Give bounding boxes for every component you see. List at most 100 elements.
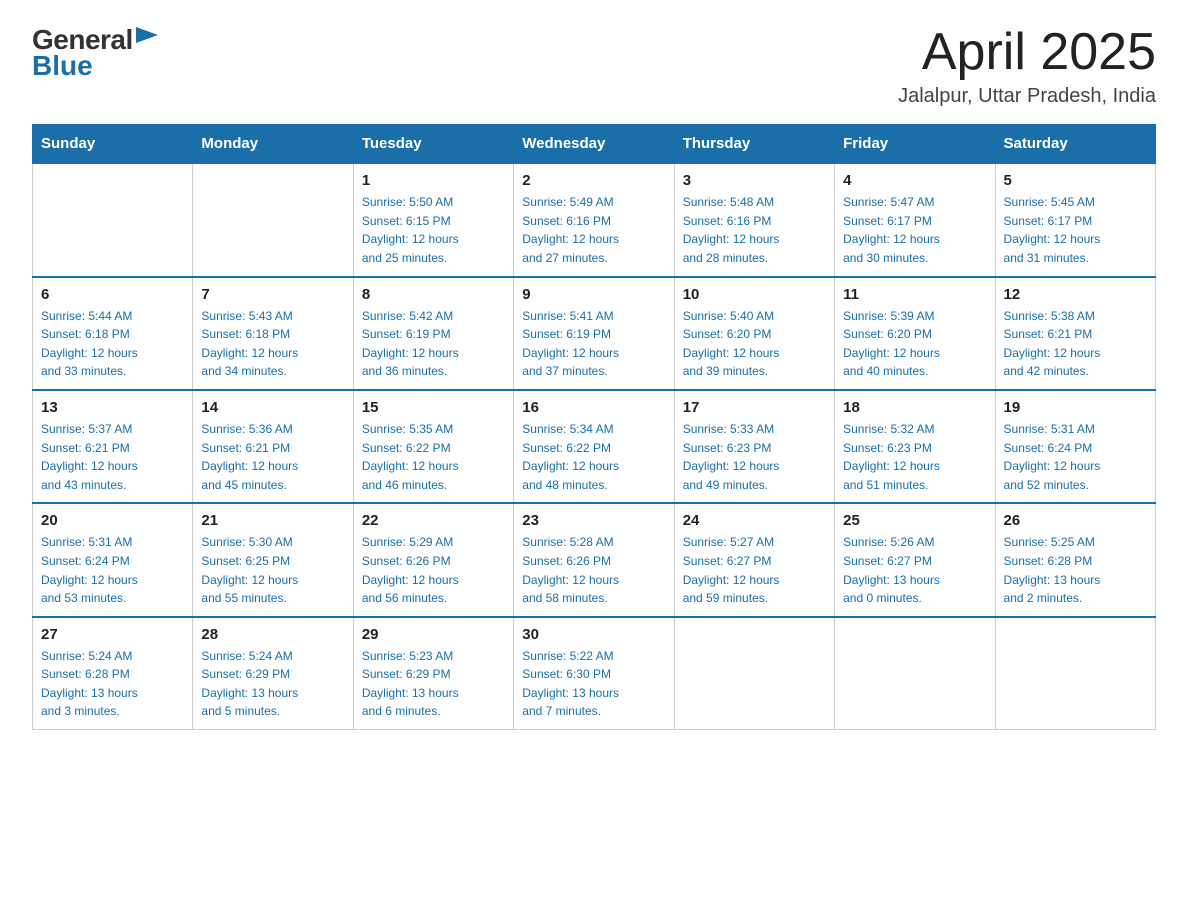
calendar-cell: 11 Sunrise: 5:39 AM Sunset: 6:20 PM Dayli…	[835, 277, 995, 390]
calendar-week-row: 6Sunrise: 5:44 AM Sunset: 6:18 PM Daylig…	[33, 277, 1156, 390]
day-info: Sunrise: 5:34 AM Sunset: 6:22 PM Dayligh…	[522, 420, 665, 494]
day-number: 28	[201, 626, 344, 643]
day-number: 25	[843, 512, 986, 529]
day-number: 21	[201, 512, 344, 529]
calendar-cell: 26 Sunrise: 5:25 AM Sunset: 6:28 PM Dayli…	[995, 503, 1155, 616]
calendar-table: SundayMondayTuesdayWednesdayThursdayFrid…	[32, 124, 1156, 730]
calendar-cell: 24 Sunrise: 5:27 AM Sunset: 6:27 PM Dayli…	[674, 503, 834, 616]
day-number: 11	[843, 286, 986, 303]
day-info: Sunrise: 5:32 AM Sunset: 6:23 PM Dayligh…	[843, 420, 986, 494]
day-number: 17	[683, 399, 826, 416]
day-info: Sunrise: 5:41 AM Sunset: 6:19 PM Dayligh…	[522, 307, 665, 381]
day-number: 2	[522, 172, 665, 189]
column-header-wednesday: Wednesday	[514, 125, 674, 164]
day-info: Sunrise: 5:24 AM Sunset: 6:28 PM Dayligh…	[41, 647, 184, 721]
calendar-cell: 16 Sunrise: 5:34 AM Sunset: 6:22 PM Dayli…	[514, 390, 674, 503]
day-info: Sunrise: 5:23 AM Sunset: 6:29 PM Dayligh…	[362, 647, 505, 721]
calendar-cell: 17 Sunrise: 5:33 AM Sunset: 6:23 PM Dayli…	[674, 390, 834, 503]
day-info: Sunrise: 5:29 AM Sunset: 6:26 PM Dayligh…	[362, 533, 505, 607]
day-number: 26	[1004, 512, 1147, 529]
day-number: 7	[201, 286, 344, 303]
calendar-cell: 4 Sunrise: 5:47 AM Sunset: 6:17 PM Daylig…	[835, 163, 995, 276]
calendar-cell	[33, 163, 193, 276]
page-header: General Blue April 2025 Jalalpur, Uttar …	[32, 24, 1156, 108]
day-number: 24	[683, 512, 826, 529]
day-number: 6	[41, 286, 184, 303]
day-number: 18	[843, 399, 986, 416]
calendar-cell: 30 Sunrise: 5:22 AM Sunset: 6:30 PM Dayli…	[514, 617, 674, 730]
calendar-cell	[193, 163, 353, 276]
day-info: Sunrise: 5:22 AM Sunset: 6:30 PM Dayligh…	[522, 647, 665, 721]
day-number: 3	[683, 172, 826, 189]
day-info: Sunrise: 5:30 AM Sunset: 6:25 PM Dayligh…	[201, 533, 344, 607]
day-number: 13	[41, 399, 184, 416]
day-info: Sunrise: 5:24 AM Sunset: 6:29 PM Dayligh…	[201, 647, 344, 721]
calendar-cell: 8 Sunrise: 5:42 AM Sunset: 6:19 PM Daylig…	[353, 277, 513, 390]
day-info: Sunrise: 5:45 AM Sunset: 6:17 PM Dayligh…	[1004, 193, 1147, 267]
day-number: 5	[1004, 172, 1147, 189]
day-info: Sunrise: 5:48 AM Sunset: 6:16 PM Dayligh…	[683, 193, 826, 267]
calendar-week-row: 1Sunrise: 5:50 AM Sunset: 6:15 PM Daylig…	[33, 163, 1156, 276]
day-number: 4	[843, 172, 986, 189]
calendar-cell: 23Sunrise: 5:28 AM Sunset: 6:26 PM Dayli…	[514, 503, 674, 616]
day-info: Sunrise: 5:42 AM Sunset: 6:19 PM Dayligh…	[362, 307, 505, 381]
column-header-saturday: Saturday	[995, 125, 1155, 164]
calendar-week-row: 20 Sunrise: 5:31 AM Sunset: 6:24 PM Dayli…	[33, 503, 1156, 616]
calendar-cell: 12 Sunrise: 5:38 AM Sunset: 6:21 PM Dayli…	[995, 277, 1155, 390]
day-info: Sunrise: 5:36 AM Sunset: 6:21 PM Dayligh…	[201, 420, 344, 494]
day-info: Sunrise: 5:40 AM Sunset: 6:20 PM Dayligh…	[683, 307, 826, 381]
calendar-cell: 18 Sunrise: 5:32 AM Sunset: 6:23 PM Dayli…	[835, 390, 995, 503]
calendar-cell	[995, 617, 1155, 730]
logo-flag-icon	[136, 27, 158, 55]
day-info: Sunrise: 5:38 AM Sunset: 6:21 PM Dayligh…	[1004, 307, 1147, 381]
day-info: Sunrise: 5:31 AM Sunset: 6:24 PM Dayligh…	[41, 533, 184, 607]
title-block: April 2025 Jalalpur, Uttar Pradesh, Indi…	[898, 24, 1156, 108]
day-number: 8	[362, 286, 505, 303]
calendar-cell: 27 Sunrise: 5:24 AM Sunset: 6:28 PM Dayli…	[33, 617, 193, 730]
column-header-thursday: Thursday	[674, 125, 834, 164]
day-info: Sunrise: 5:50 AM Sunset: 6:15 PM Dayligh…	[362, 193, 505, 267]
day-info: Sunrise: 5:37 AM Sunset: 6:21 PM Dayligh…	[41, 420, 184, 494]
day-number: 27	[41, 626, 184, 643]
calendar-week-row: 13 Sunrise: 5:37 AM Sunset: 6:21 PM Dayli…	[33, 390, 1156, 503]
day-info: Sunrise: 5:35 AM Sunset: 6:22 PM Dayligh…	[362, 420, 505, 494]
day-info: Sunrise: 5:27 AM Sunset: 6:27 PM Dayligh…	[683, 533, 826, 607]
day-info: Sunrise: 5:49 AM Sunset: 6:16 PM Dayligh…	[522, 193, 665, 267]
calendar-cell: 10 Sunrise: 5:40 AM Sunset: 6:20 PM Dayli…	[674, 277, 834, 390]
calendar-cell: 19 Sunrise: 5:31 AM Sunset: 6:24 PM Dayli…	[995, 390, 1155, 503]
day-number: 16	[522, 399, 665, 416]
calendar-cell	[835, 617, 995, 730]
location-text: Jalalpur, Uttar Pradesh, India	[898, 85, 1156, 108]
calendar-cell: 28 Sunrise: 5:24 AM Sunset: 6:29 PM Dayli…	[193, 617, 353, 730]
calendar-cell: 13 Sunrise: 5:37 AM Sunset: 6:21 PM Dayli…	[33, 390, 193, 503]
calendar-cell: 25Sunrise: 5:26 AM Sunset: 6:27 PM Dayli…	[835, 503, 995, 616]
day-info: Sunrise: 5:25 AM Sunset: 6:28 PM Dayligh…	[1004, 533, 1147, 607]
day-number: 29	[362, 626, 505, 643]
day-info: Sunrise: 5:39 AM Sunset: 6:20 PM Dayligh…	[843, 307, 986, 381]
day-number: 10	[683, 286, 826, 303]
calendar-cell: 15 Sunrise: 5:35 AM Sunset: 6:22 PM Dayli…	[353, 390, 513, 503]
calendar-cell: 21 Sunrise: 5:30 AM Sunset: 6:25 PM Dayli…	[193, 503, 353, 616]
day-number: 14	[201, 399, 344, 416]
calendar-cell: 14 Sunrise: 5:36 AM Sunset: 6:21 PM Dayli…	[193, 390, 353, 503]
logo-blue-text: Blue	[32, 50, 93, 82]
day-info: Sunrise: 5:31 AM Sunset: 6:24 PM Dayligh…	[1004, 420, 1147, 494]
calendar-cell: 29 Sunrise: 5:23 AM Sunset: 6:29 PM Dayli…	[353, 617, 513, 730]
calendar-header-row: SundayMondayTuesdayWednesdayThursdayFrid…	[33, 125, 1156, 164]
day-number: 20	[41, 512, 184, 529]
day-number: 19	[1004, 399, 1147, 416]
calendar-cell: 7Sunrise: 5:43 AM Sunset: 6:18 PM Daylig…	[193, 277, 353, 390]
day-number: 12	[1004, 286, 1147, 303]
day-info: Sunrise: 5:33 AM Sunset: 6:23 PM Dayligh…	[683, 420, 826, 494]
column-header-friday: Friday	[835, 125, 995, 164]
calendar-cell: 22 Sunrise: 5:29 AM Sunset: 6:26 PM Dayli…	[353, 503, 513, 616]
day-number: 22	[362, 512, 505, 529]
column-header-monday: Monday	[193, 125, 353, 164]
calendar-cell: 9Sunrise: 5:41 AM Sunset: 6:19 PM Daylig…	[514, 277, 674, 390]
day-number: 30	[522, 626, 665, 643]
day-number: 15	[362, 399, 505, 416]
calendar-cell: 1Sunrise: 5:50 AM Sunset: 6:15 PM Daylig…	[353, 163, 513, 276]
column-header-tuesday: Tuesday	[353, 125, 513, 164]
day-info: Sunrise: 5:47 AM Sunset: 6:17 PM Dayligh…	[843, 193, 986, 267]
calendar-cell: 2 Sunrise: 5:49 AM Sunset: 6:16 PM Daylig…	[514, 163, 674, 276]
